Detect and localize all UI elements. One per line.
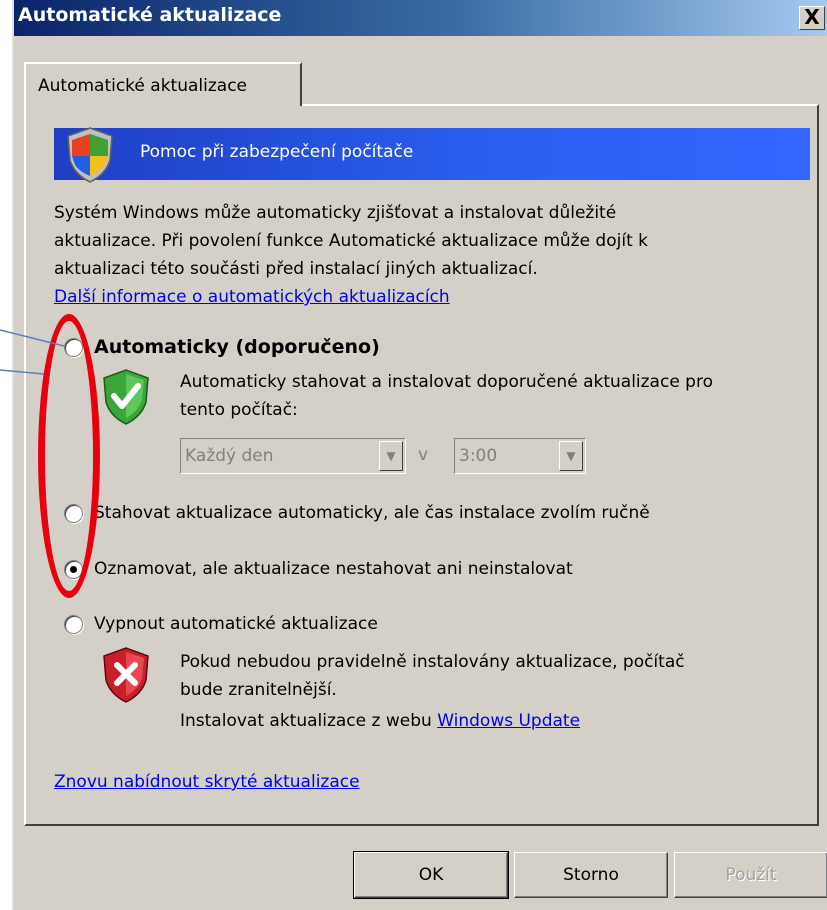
day-select-value: Každý den: [185, 446, 274, 466]
more-info-link[interactable]: Další informace o automatických aktualiz…: [54, 287, 450, 307]
intro-line-3: aktualizaci této součásti před instalací…: [54, 259, 538, 279]
apply-button[interactable]: Použít: [674, 852, 827, 898]
intro-line-1: Systém Windows může automaticky zjišťova…: [54, 203, 617, 223]
install-from-web: Instalovat aktualizace z webu Windows Up…: [180, 711, 580, 731]
show-hidden-updates-link[interactable]: Znovu nabídnout skryté aktualizace: [54, 772, 360, 792]
windows-security-shield-icon: [67, 127, 113, 183]
time-select[interactable]: 3:00 ▼: [454, 438, 586, 474]
tab-automatic-updates[interactable]: Automatické aktualizace: [24, 62, 302, 106]
automatic-label[interactable]: Automaticky (doporučeno): [94, 336, 380, 358]
banner-text: Pomoc při zabezpečení počítače: [140, 142, 414, 162]
windows-update-link[interactable]: Windows Update: [437, 711, 580, 731]
day-select[interactable]: Každý den ▼: [180, 438, 406, 474]
green-check-shield-icon: [103, 369, 149, 425]
automatic-desc-line-1: Automaticky stahovat a instalovat doporu…: [180, 372, 713, 392]
chevron-down-icon[interactable]: ▼: [559, 441, 583, 471]
at-label: v: [418, 445, 429, 465]
chevron-down-icon[interactable]: ▼: [379, 441, 403, 471]
close-button[interactable]: X: [799, 6, 825, 30]
window-title: Automatické aktualizace: [18, 4, 282, 26]
off-label[interactable]: Vypnout automatické aktualizace: [94, 614, 378, 634]
time-select-value: 3:00: [459, 446, 498, 466]
ok-button[interactable]: OK: [353, 851, 509, 899]
cancel-button[interactable]: Storno: [514, 852, 668, 898]
radio-off[interactable]: [64, 615, 83, 634]
intro-line-2: aktualizace. Při povolení funkce Automat…: [54, 231, 648, 251]
notify-label[interactable]: Oznamovat, ale aktualizace nestahovat an…: [94, 559, 573, 579]
dialog-window: Automatické aktualizace X Automatické ak…: [12, 0, 827, 910]
title-bar[interactable]: Automatické aktualizace: [14, 0, 827, 36]
install-prefix: Instalovat aktualizace z webu: [180, 711, 432, 731]
download-label[interactable]: Stahovat aktualizace automaticky, ale ča…: [94, 503, 650, 523]
off-warning-line-1: Pokud nebudou pravidelně instalovány akt…: [180, 652, 685, 672]
off-warning-line-2: bude zranitelnější.: [180, 680, 337, 700]
tab-label: Automatické aktualizace: [38, 76, 247, 96]
security-banner: Pomoc při zabezpečení počítače: [54, 127, 810, 183]
automatic-desc-line-2: tento počítač:: [180, 400, 298, 420]
red-x-shield-icon: [103, 647, 149, 703]
annotation-ellipse: [38, 314, 100, 598]
